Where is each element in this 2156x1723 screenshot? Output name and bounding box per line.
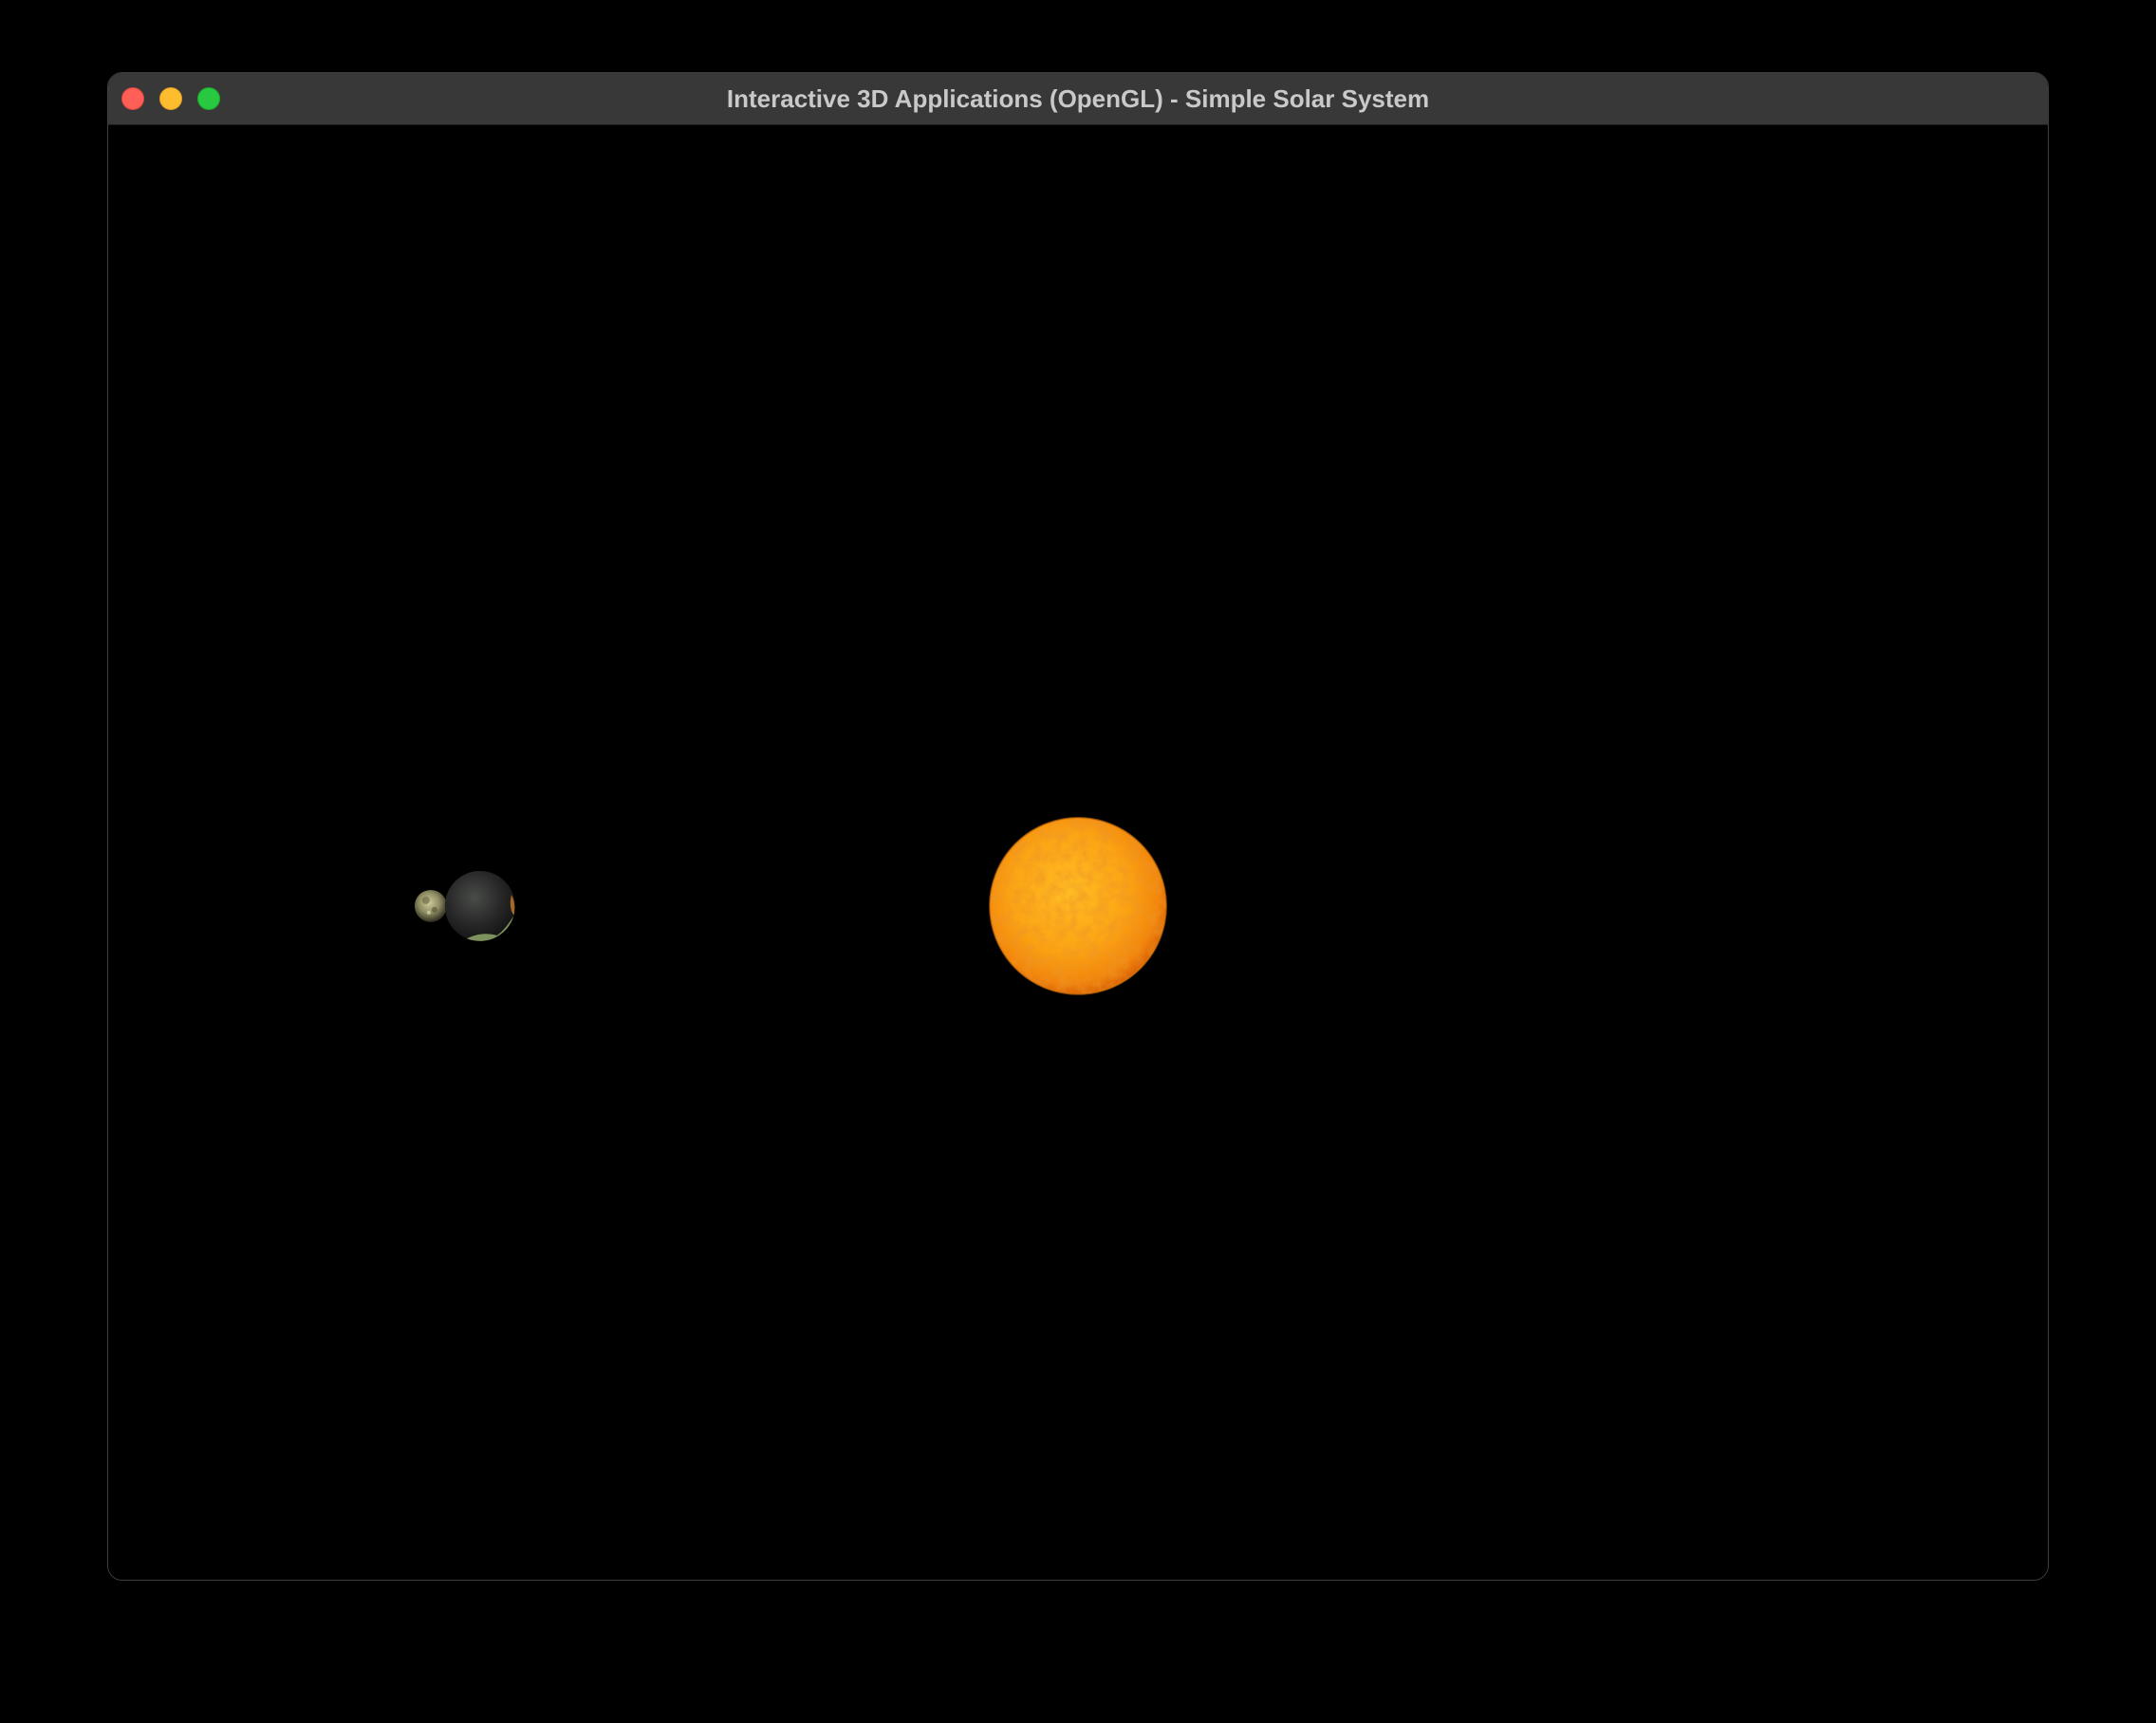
moon-sphere [414, 889, 447, 922]
earth-sphere [444, 870, 515, 941]
app-window: Interactive 3D Applications (OpenGL) - S… [107, 72, 2049, 1581]
solar-system-scene [414, 817, 1167, 995]
title-bar[interactable]: Interactive 3D Applications (OpenGL) - S… [108, 73, 2048, 125]
opengl-viewport[interactable] [108, 125, 2048, 1580]
window-title: Interactive 3D Applications (OpenGL) - S… [726, 84, 1430, 113]
sun-sphere [989, 817, 1167, 995]
